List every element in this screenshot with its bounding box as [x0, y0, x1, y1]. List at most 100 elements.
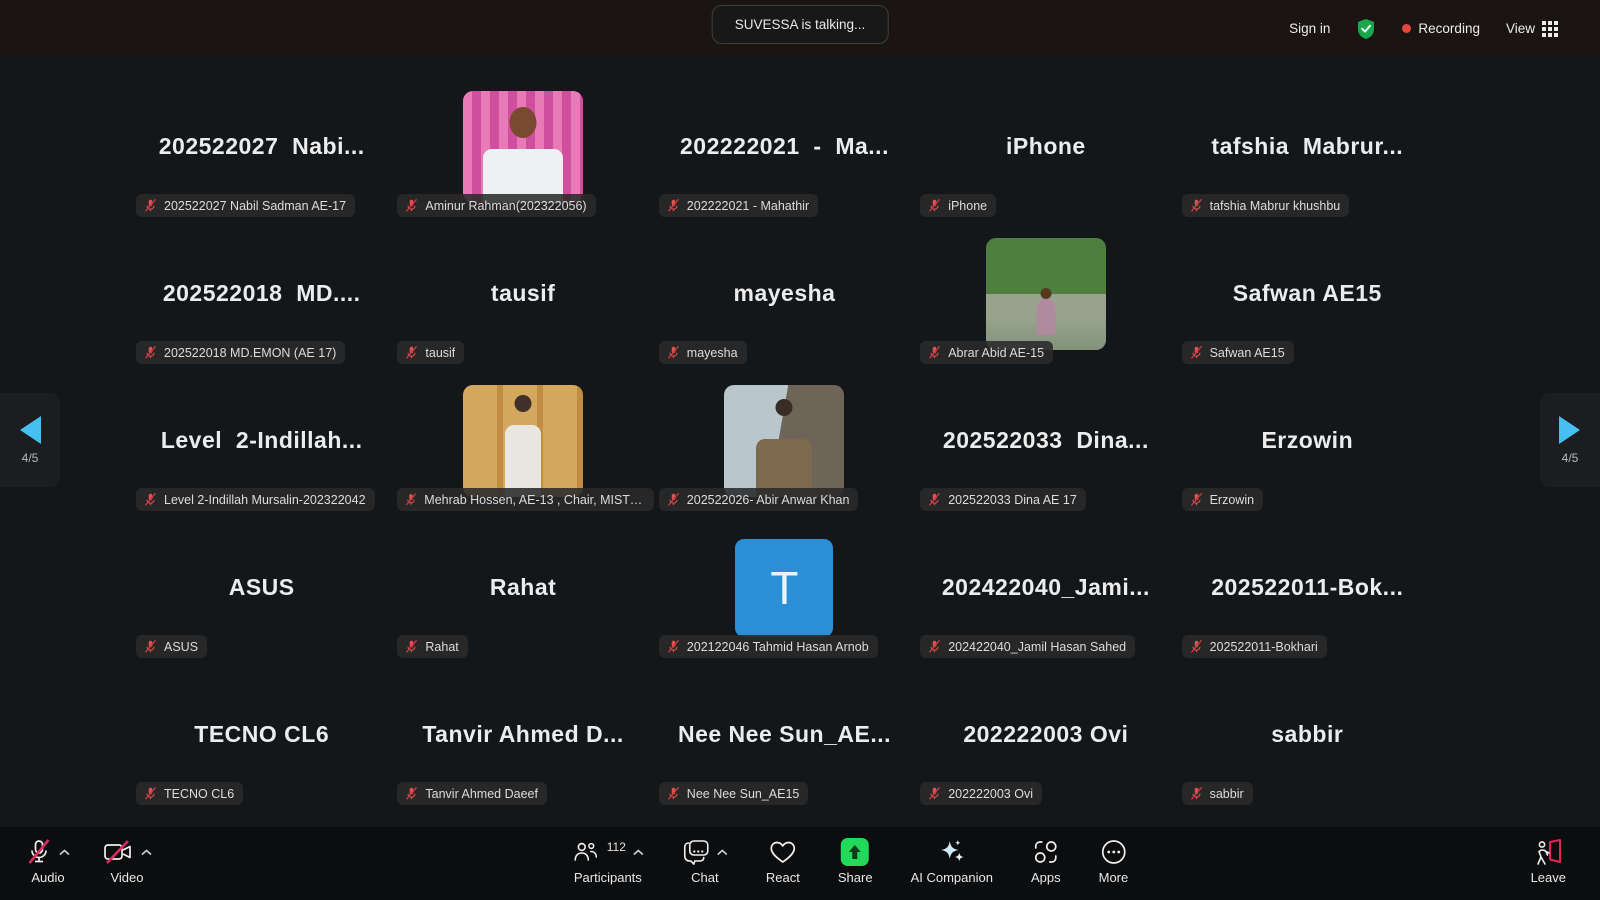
chat-caret[interactable] [717, 849, 728, 856]
video-label: Video [110, 870, 143, 885]
participant-tile[interactable]: TECNO CL6TECNO CL6 [131, 661, 392, 808]
react-button[interactable]: React [766, 837, 800, 885]
previous-page-button[interactable]: 4/5 [0, 393, 60, 487]
apps-button[interactable]: Apps [1031, 837, 1061, 885]
participant-name-label: Nee Nee Sun_AE15 [659, 782, 809, 805]
top-bar: SUVESSA is talking... Sign in Recording … [0, 0, 1600, 57]
mic-muted-icon [404, 345, 419, 360]
participant-display-name: 202522011-Bok... [1211, 574, 1403, 601]
participant-tile[interactable]: Mehrab Hossen, AE-13 , Chair, MIST Stu..… [392, 367, 653, 514]
participant-tile[interactable]: T202122046 Tahmid Hasan Arnob [654, 514, 915, 661]
participant-tile[interactable]: Abrar Abid AE-15 [915, 220, 1176, 367]
participant-display-name: Safwan AE15 [1233, 280, 1382, 307]
participant-display-name: TECNO CL6 [194, 721, 329, 748]
participant-tile[interactable]: Aminur Rahman(202322056) [392, 73, 653, 220]
participant-tile[interactable]: Nee Nee Sun_AE... Nee Nee Sun_AE15 [654, 661, 915, 808]
mic-muted-icon [26, 838, 52, 866]
page-indicator: 4/5 [1562, 451, 1579, 465]
participant-name-label: Level 2-Indillah Mursalin-202322042 [136, 488, 375, 511]
leave-button[interactable]: Leave [1531, 837, 1566, 885]
participant-tile[interactable]: Safwan AE15 Safwan AE15 [1177, 220, 1438, 367]
mic-muted-icon [666, 786, 681, 801]
more-button[interactable]: More [1099, 837, 1129, 885]
mic-muted-icon [1189, 345, 1204, 360]
mic-muted-icon [927, 492, 942, 507]
participant-name-label: 202522011-Bokhari [1182, 635, 1327, 658]
participant-tile[interactable]: tafshia Mabrur... tafshia Mabrur khushbu [1177, 73, 1438, 220]
participant-tile[interactable]: ASUSASUS [131, 514, 392, 661]
chat-button[interactable]: Chat [682, 837, 728, 885]
participant-tile[interactable]: Level 2-Indillah... Level 2-Indillah Murs… [131, 367, 392, 514]
share-label: Share [838, 870, 873, 885]
view-button[interactable]: View [1506, 21, 1558, 37]
participant-name-label: Safwan AE15 [1182, 341, 1294, 364]
participant-display-name: ASUS [229, 574, 295, 601]
participant-name-label: 202522018 MD.EMON (AE 17) [136, 341, 345, 364]
mic-muted-icon [927, 198, 942, 213]
leave-door-icon [1533, 838, 1563, 866]
participant-display-name: 202522033 Dina... [943, 427, 1149, 454]
recording-label: Recording [1418, 21, 1480, 36]
leave-label: Leave [1531, 870, 1566, 885]
sign-in-button[interactable]: Sign in [1289, 21, 1330, 36]
participant-initial-avatar: T [735, 539, 833, 637]
page-indicator: 4/5 [22, 451, 39, 465]
mic-muted-icon [404, 198, 419, 213]
participant-tile[interactable]: sabbirsabbir [1177, 661, 1438, 808]
participant-tile[interactable]: 202522011-Bok... 202522011-Bokhari [1177, 514, 1438, 661]
mic-muted-icon [927, 786, 942, 801]
avatar-photo [724, 385, 844, 497]
participant-tile[interactable]: 202222021 - Ma...202222021 - Mahathir [654, 73, 915, 220]
participant-display-name: Level 2-Indillah... [161, 427, 363, 454]
participant-tile[interactable]: 202522018 MD....202522018 MD.EMON (AE 17… [131, 220, 392, 367]
audio-options-caret[interactable] [59, 849, 70, 856]
ai-companion-label: AI Companion [911, 870, 993, 885]
participant-display-name: Nee Nee Sun_AE... [678, 721, 891, 748]
audio-label: Audio [31, 870, 64, 885]
participant-tile[interactable]: 202522033 Dina...202522033 Dina AE 17 [915, 367, 1176, 514]
participant-name-label: Rahat [397, 635, 467, 658]
ai-companion-button[interactable]: AI Companion [911, 837, 993, 885]
mic-muted-icon [1189, 786, 1204, 801]
participant-display-name: tafshia Mabrur... [1211, 133, 1403, 160]
participant-tile[interactable]: ErzowinErzowin [1177, 367, 1438, 514]
view-label: View [1506, 21, 1535, 36]
participants-count: 112 [607, 840, 626, 854]
participant-name-label: Mehrab Hossen, AE-13 , Chair, MIST Stu..… [397, 488, 653, 511]
video-options-caret[interactable] [141, 849, 152, 856]
participant-tile[interactable]: tausif tausif [392, 220, 653, 367]
participant-tile[interactable]: 202222003 Ovi202222003 Ovi [915, 661, 1176, 808]
participant-name-label: tausif [397, 341, 464, 364]
share-button[interactable]: Share [838, 837, 873, 885]
participants-button[interactable]: 112 Participants [572, 837, 644, 885]
audio-button[interactable]: Audio [26, 837, 70, 885]
participant-tile[interactable]: Tanvir Ahmed D...Tanvir Ahmed Daeef [392, 661, 653, 808]
participant-display-name: tausif [491, 280, 555, 307]
video-button[interactable]: Video [102, 837, 152, 885]
arrow-right-icon [1557, 415, 1583, 445]
participant-tile[interactable]: 202522026- Abir Anwar Khan [654, 367, 915, 514]
participant-name-label: 202422040_Jamil Hasan Sahed [920, 635, 1135, 658]
participant-display-name: 202522027 Nabi... [159, 133, 365, 160]
security-shield-icon[interactable] [1356, 18, 1376, 40]
participant-display-name: 202422040_Jami... [942, 574, 1150, 601]
participant-tile[interactable]: RahatRahat [392, 514, 653, 661]
share-screen-icon [841, 838, 869, 866]
camera-off-icon [102, 839, 134, 865]
more-label: More [1099, 870, 1129, 885]
next-page-button[interactable]: 4/5 [1540, 393, 1600, 487]
mic-muted-icon [927, 639, 942, 654]
participant-tile[interactable]: iPhoneiPhone [915, 73, 1176, 220]
participant-tile[interactable]: 202422040_Jami... 202422040_Jamil Hasan S… [915, 514, 1176, 661]
participant-tile[interactable]: mayeshamayesha [654, 220, 915, 367]
participant-tile[interactable]: 202522027 Nabi...202522027 Nabil Sadman … [131, 73, 392, 220]
participant-name-label: tafshia Mabrur khushbu [1182, 194, 1350, 217]
mic-muted-icon [404, 492, 418, 507]
participant-name-label: 202522026- Abir Anwar Khan [659, 488, 859, 511]
participant-display-name: Erzowin [1261, 427, 1353, 454]
participants-caret[interactable] [633, 849, 644, 856]
mic-muted-icon [666, 345, 681, 360]
ai-companion-sparkle-icon [938, 838, 966, 866]
mic-muted-icon [666, 492, 681, 507]
participants-icon [572, 840, 600, 864]
